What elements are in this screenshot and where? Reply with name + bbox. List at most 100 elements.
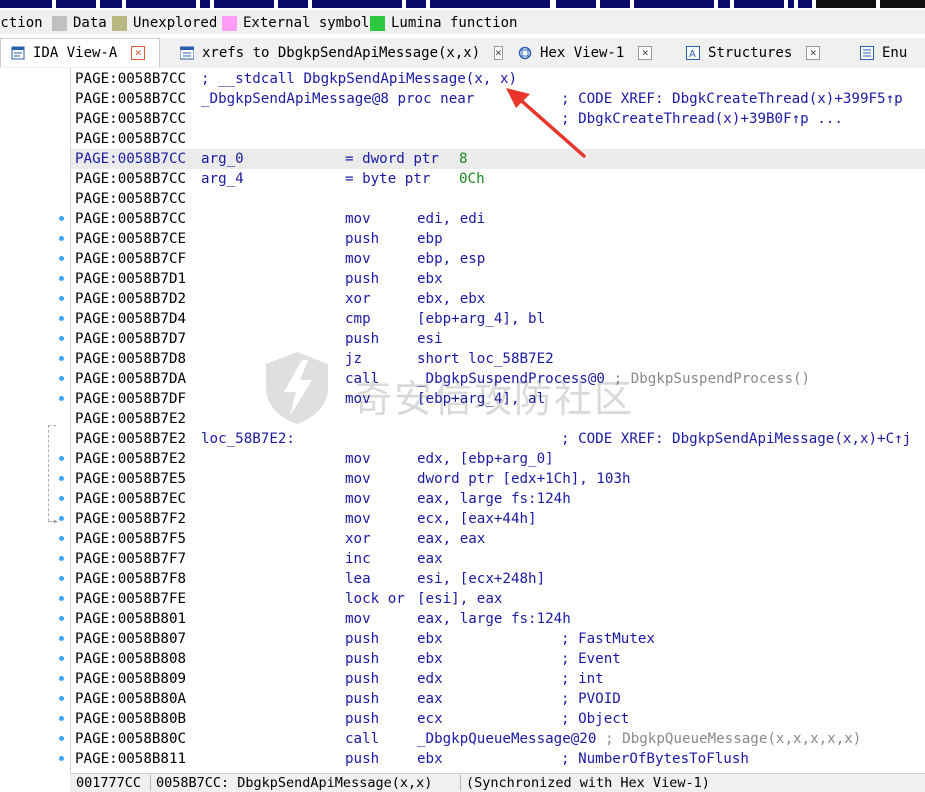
breakpoint-dot[interactable]	[59, 296, 64, 301]
listing-row[interactable]: PAGE:0058B801 mov eax, large fs:124h	[71, 609, 925, 629]
listing-row[interactable]: PAGE:0058B7D2 xor ebx, ebx	[71, 289, 925, 309]
breakpoint-dot[interactable]	[59, 716, 64, 721]
label[interactable]: _DbgkpSendApiMessage@8 proc near	[201, 89, 474, 109]
operand[interactable]: esi	[417, 329, 443, 349]
operand[interactable]: [ebp+arg_4], al	[417, 389, 545, 409]
listing-row[interactable]: PAGE:0058B807 push ebx ; FastMutex	[71, 629, 925, 649]
breakpoint-dot[interactable]	[59, 736, 64, 741]
listing-row[interactable]: PAGE:0058B7CC mov edi, edi	[71, 209, 925, 229]
listing-row[interactable]: PAGE:0058B80B push ecx ; Object	[71, 709, 925, 729]
listing-row[interactable]: PAGE:0058B7CC ; __stdcall DbgkpSendApiMes…	[71, 69, 925, 89]
breakpoint-dot[interactable]	[59, 256, 64, 261]
listing-row[interactable]: PAGE:0058B7D4 cmp [ebp+arg_4], bl	[71, 309, 925, 329]
listing-row[interactable]: PAGE:0058B7CE push ebp	[71, 229, 925, 249]
listing-row[interactable]: PAGE:0058B7EC mov eax, large fs:124h	[71, 489, 925, 509]
operand[interactable]: ebx	[417, 629, 443, 649]
listing-row[interactable]: PAGE:0058B7F7 inc eax	[71, 549, 925, 569]
tab-ida-view-a[interactable]: IDA View-A ×	[0, 38, 160, 67]
breakpoint-dot[interactable]	[59, 336, 64, 341]
listing-row[interactable]: PAGE:0058B80C call _DbgkpQueueMessage@20 ; …	[71, 729, 925, 749]
operand[interactable]: edx, [ebp+arg_0]	[417, 449, 554, 469]
label[interactable]: loc_58B7E2:	[201, 429, 295, 449]
operand[interactable]: ebp, esp	[417, 249, 485, 269]
tab-xrefs-to-dbgkpsendapimessage-x-x[interactable]: xrefs to DbgkpSendApiMessage(x,x) ×	[170, 38, 503, 67]
breakpoint-dot[interactable]	[59, 576, 64, 581]
breakpoint-dot[interactable]	[59, 516, 64, 521]
breakpoint-dot[interactable]	[59, 596, 64, 601]
operand[interactable]: edi, edi	[417, 209, 485, 229]
operand[interactable]: esi, [ecx+248h]	[417, 569, 545, 589]
tab-enu[interactable]: Enu	[850, 38, 925, 67]
breakpoint-dot[interactable]	[59, 676, 64, 681]
listing-row[interactable]: PAGE:0058B7CC	[71, 189, 925, 209]
listing-row[interactable]: PAGE:0058B809 push edx ; int	[71, 669, 925, 689]
operand[interactable]: ebx, ebx	[417, 289, 485, 309]
listing-row[interactable]: PAGE:0058B808 push ebx ; Event	[71, 649, 925, 669]
operand[interactable]: ecx, [eax+44h]	[417, 509, 537, 529]
operand[interactable]: _DbgkpQueueMessage@20	[417, 729, 596, 749]
listing-row[interactable]: PAGE:0058B7CC	[71, 129, 925, 149]
listing-row[interactable]: PAGE:0058B7DA call _DbgkpSuspendProcess@0;…	[71, 369, 925, 389]
breakpoint-dot[interactable]	[59, 356, 64, 361]
breakpoint-dot[interactable]	[59, 316, 64, 321]
breakpoint-dot[interactable]	[59, 236, 64, 241]
listing-row[interactable]: PAGE:0058B7DF mov [ebp+arg_4], al	[71, 389, 925, 409]
operand[interactable]: ebp	[417, 229, 443, 249]
operand[interactable]: [ebp+arg_4], bl	[417, 309, 545, 329]
listing-row[interactable]: PAGE:0058B7D7 push esi	[71, 329, 925, 349]
tab-structures[interactable]: A Structures ×	[676, 38, 840, 67]
breakpoint-dot[interactable]	[59, 696, 64, 701]
breakpoint-dot[interactable]	[59, 476, 64, 481]
tab-close-icon[interactable]: ×	[638, 45, 653, 60]
breakpoint-dot[interactable]	[59, 656, 64, 661]
label[interactable]: arg_0	[201, 149, 244, 169]
listing-row[interactable]: PAGE:0058B7D1 push ebx	[71, 269, 925, 289]
listing-row[interactable]: PAGE:0058B7CC arg_0 = dword ptr 8	[71, 149, 925, 169]
listing-row[interactable]: PAGE:0058B80A push eax ; PVOID	[71, 689, 925, 709]
disassembly-listing[interactable]: PAGE:0058B7CC ; __stdcall DbgkpSendApiMes…	[70, 68, 925, 773]
operand[interactable]: ebx	[417, 269, 443, 289]
breakpoint-dot[interactable]	[59, 616, 64, 621]
operand[interactable]: _DbgkpSuspendProcess@0	[417, 369, 605, 389]
tab-close-icon[interactable]: ×	[131, 46, 146, 60]
listing-row[interactable]: PAGE:0058B7E2	[71, 409, 925, 429]
operand[interactable]: dword ptr [edx+1Ch], 103h	[417, 469, 631, 489]
breakpoint-dot[interactable]	[59, 636, 64, 641]
listing-row[interactable]: PAGE:0058B7FE lock or [esi], eax	[71, 589, 925, 609]
tab-hex-view-1[interactable]: Hex View-1 ×	[508, 38, 664, 67]
tab-close-icon[interactable]: ×	[494, 45, 503, 60]
breakpoint-dot[interactable]	[59, 276, 64, 281]
listing-row[interactable]: PAGE:0058B7CC arg_4 = byte ptr 0Ch	[71, 169, 925, 189]
label[interactable]: arg_4	[201, 169, 244, 189]
operand[interactable]: ebx	[417, 749, 443, 769]
listing-row[interactable]: PAGE:0058B7CC ; DbgkCreateThread(x)+39B0F…	[71, 109, 925, 129]
operand[interactable]: eax, eax	[417, 529, 485, 549]
breakpoint-dot[interactable]	[59, 756, 64, 761]
operand[interactable]: eax, large fs:124h	[417, 609, 571, 629]
listing-row[interactable]: PAGE:0058B7F5 xor eax, eax	[71, 529, 925, 549]
operand[interactable]: [esi], eax	[417, 589, 502, 609]
listing-row[interactable]: PAGE:0058B7F8 lea esi, [ecx+248h]	[71, 569, 925, 589]
operand[interactable]: eax	[417, 549, 443, 569]
listing-row[interactable]: PAGE:0058B811 push ebx ; NumberOfBytesToFlu…	[71, 749, 925, 769]
operand[interactable]: eax	[417, 689, 443, 709]
listing-row[interactable]: PAGE:0058B7E2 mov edx, [ebp+arg_0]	[71, 449, 925, 469]
tab-close-icon[interactable]: ×	[806, 45, 821, 60]
operand[interactable]: ebx	[417, 649, 443, 669]
breakpoint-dot[interactable]	[59, 456, 64, 461]
breakpoint-dot[interactable]	[59, 376, 64, 381]
listing-row[interactable]: PAGE:0058B7CC _DbgkpSendApiMessage@8 proc…	[71, 89, 925, 109]
label[interactable]: ; __stdcall DbgkpSendApiMessage(x, x)	[201, 69, 517, 89]
listing-row[interactable]: PAGE:0058B7D8 jz short loc_58B7E2	[71, 349, 925, 369]
breakpoint-dot[interactable]	[59, 496, 64, 501]
listing-row[interactable]: PAGE:0058B7E2 loc_58B7E2: ; CODE XREF: Dbg…	[71, 429, 925, 449]
breakpoint-dot[interactable]	[59, 536, 64, 541]
operand[interactable]: edx	[417, 669, 443, 689]
listing-row[interactable]: PAGE:0058B7E5 mov dword ptr [edx+1Ch], 103…	[71, 469, 925, 489]
listing-row[interactable]: PAGE:0058B7F2 mov ecx, [eax+44h]	[71, 509, 925, 529]
breakpoint-dot[interactable]	[59, 556, 64, 561]
listing-row[interactable]: PAGE:0058B7CF mov ebp, esp	[71, 249, 925, 269]
breakpoint-dot[interactable]	[59, 216, 64, 221]
breakpoint-dot[interactable]	[59, 396, 64, 401]
operand[interactable]: ecx	[417, 709, 443, 729]
